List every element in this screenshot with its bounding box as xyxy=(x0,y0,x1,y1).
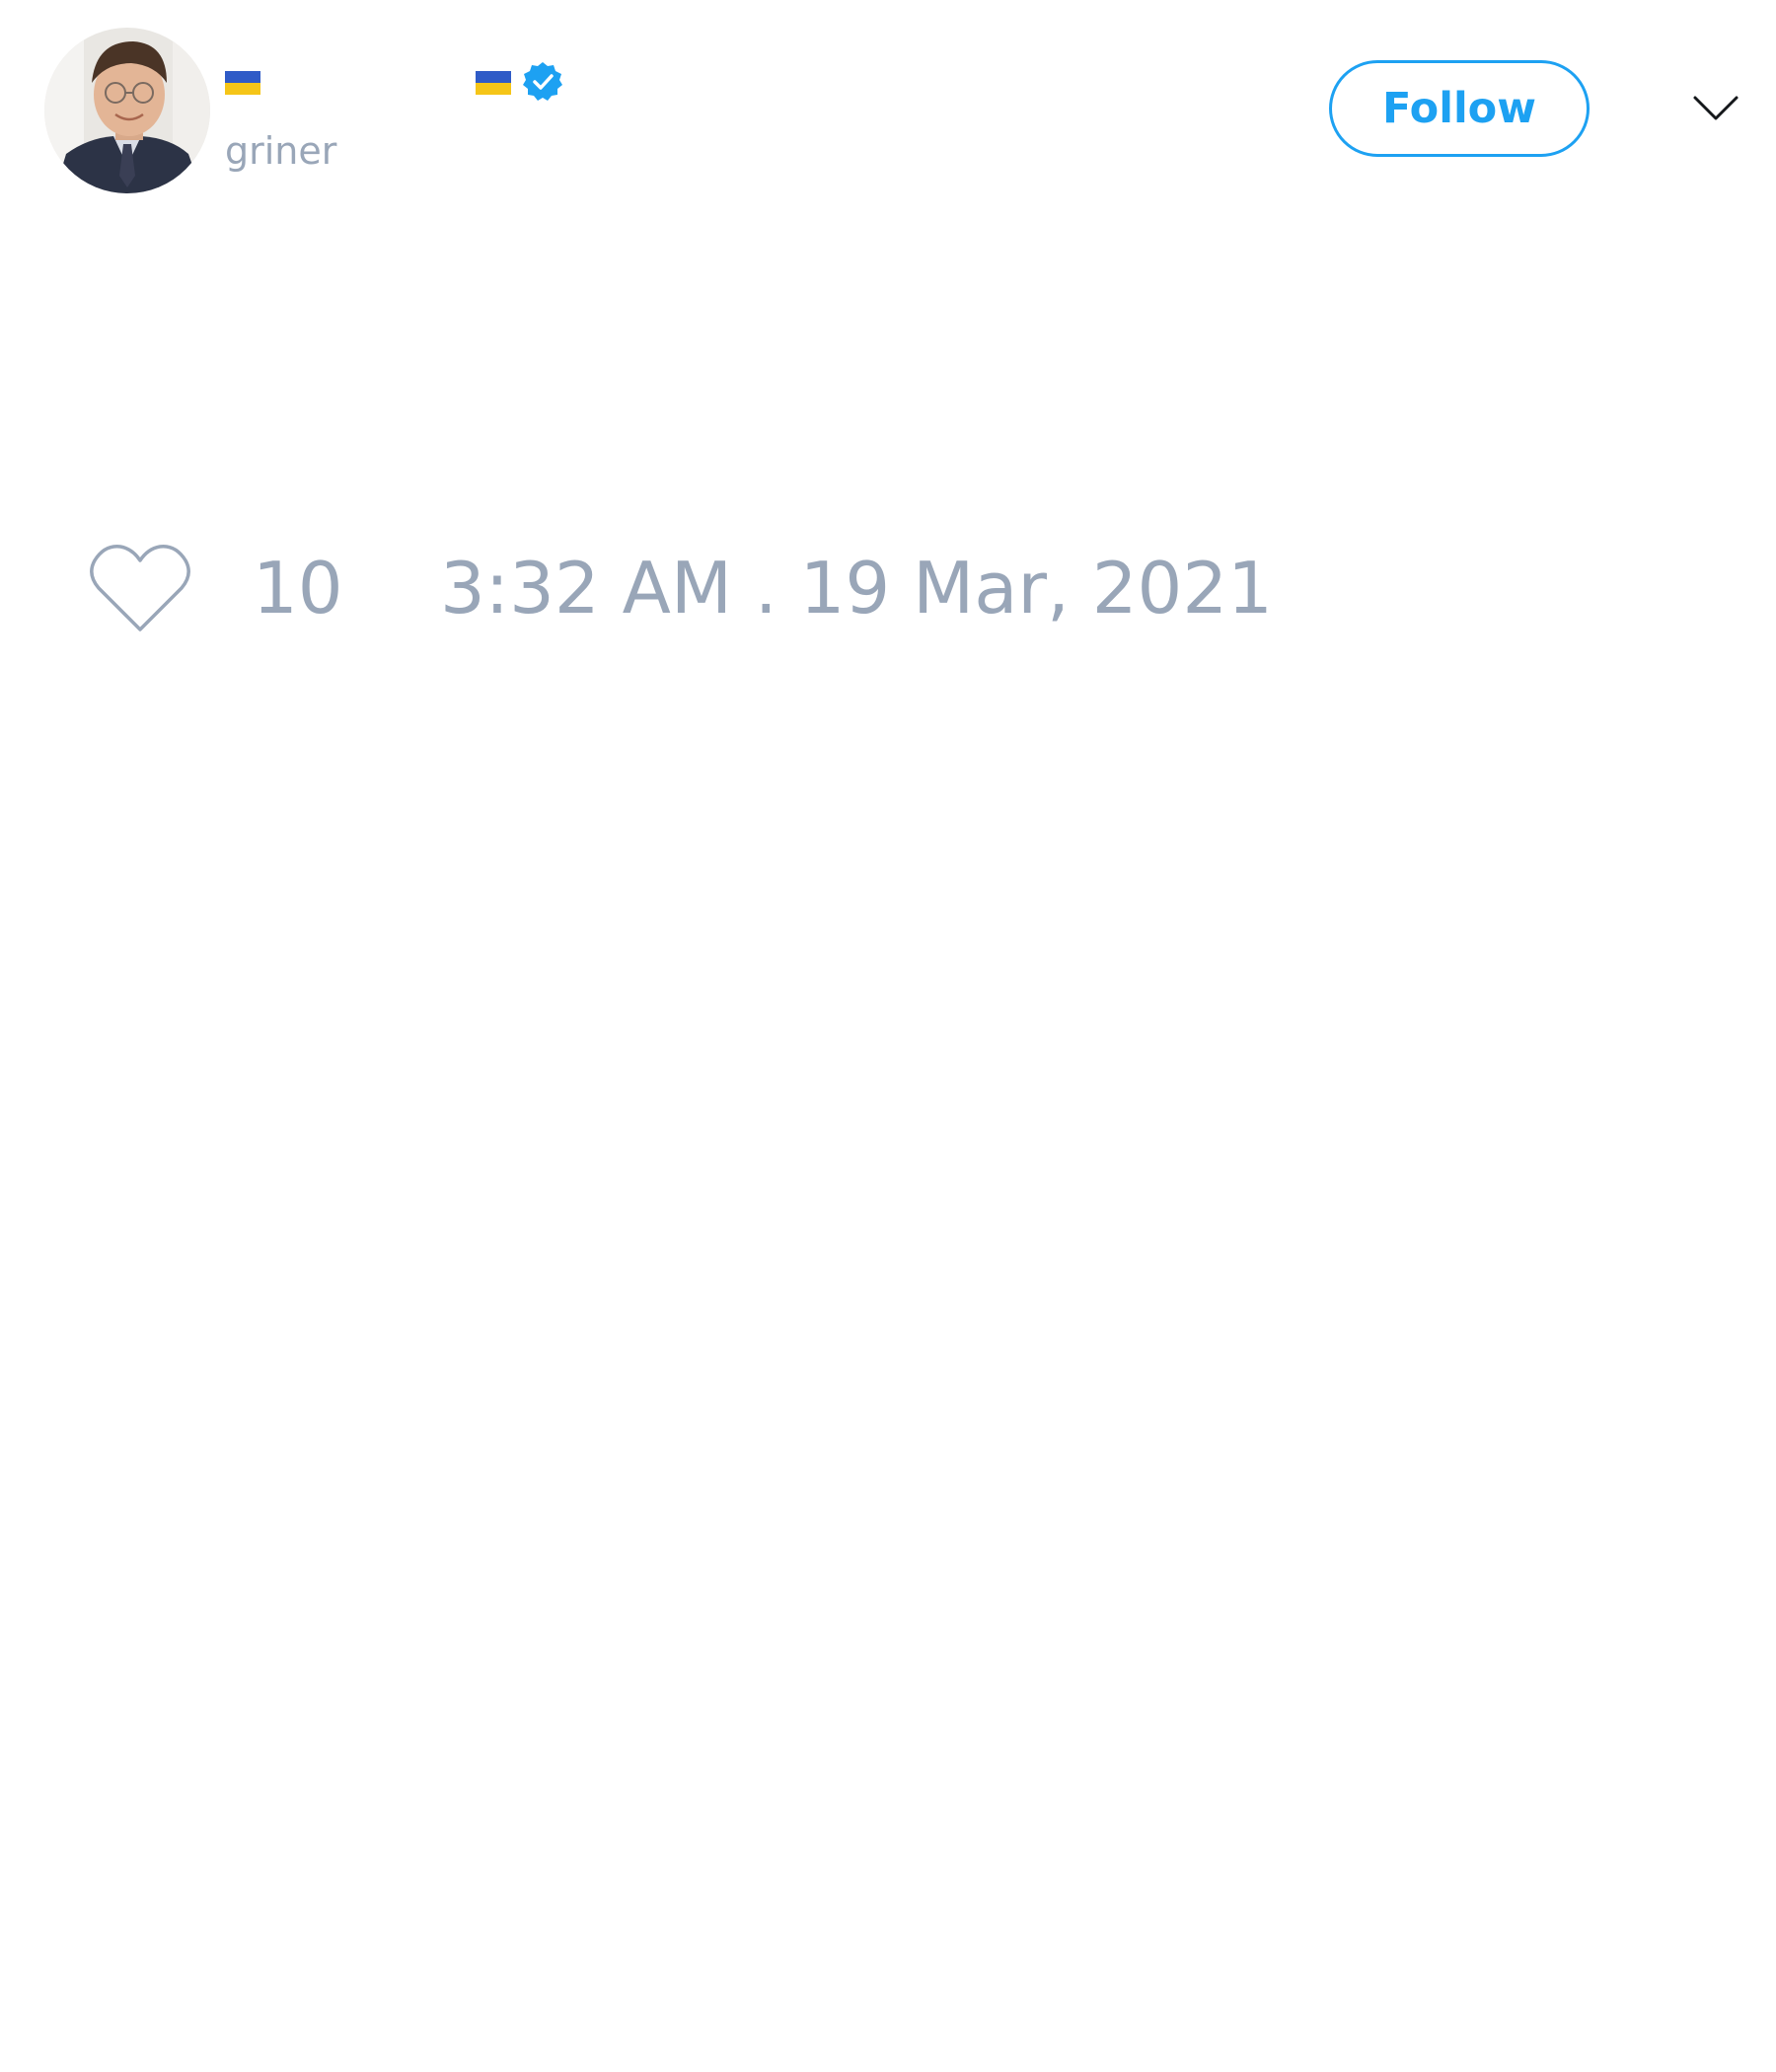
ukraine-flag-icon xyxy=(476,71,511,95)
ukraine-flag-icon xyxy=(225,71,260,95)
user-handle[interactable]: griner xyxy=(225,126,336,176)
tweet-actions: 10 3:32 AM . 19 Mar, 2021 xyxy=(89,541,1371,639)
like-count: 10 xyxy=(253,547,343,629)
chevron-down-icon[interactable] xyxy=(1692,94,1739,123)
display-name[interactable] xyxy=(225,59,580,107)
verified-badge-icon xyxy=(523,62,562,101)
avatar[interactable] xyxy=(44,28,210,193)
heart-outline-icon[interactable] xyxy=(89,543,191,633)
follow-button[interactable]: Follow xyxy=(1329,60,1590,157)
avatar-photo xyxy=(44,28,210,193)
tweet-timestamp[interactable]: 3:32 AM . 19 Mar, 2021 xyxy=(440,541,1273,635)
